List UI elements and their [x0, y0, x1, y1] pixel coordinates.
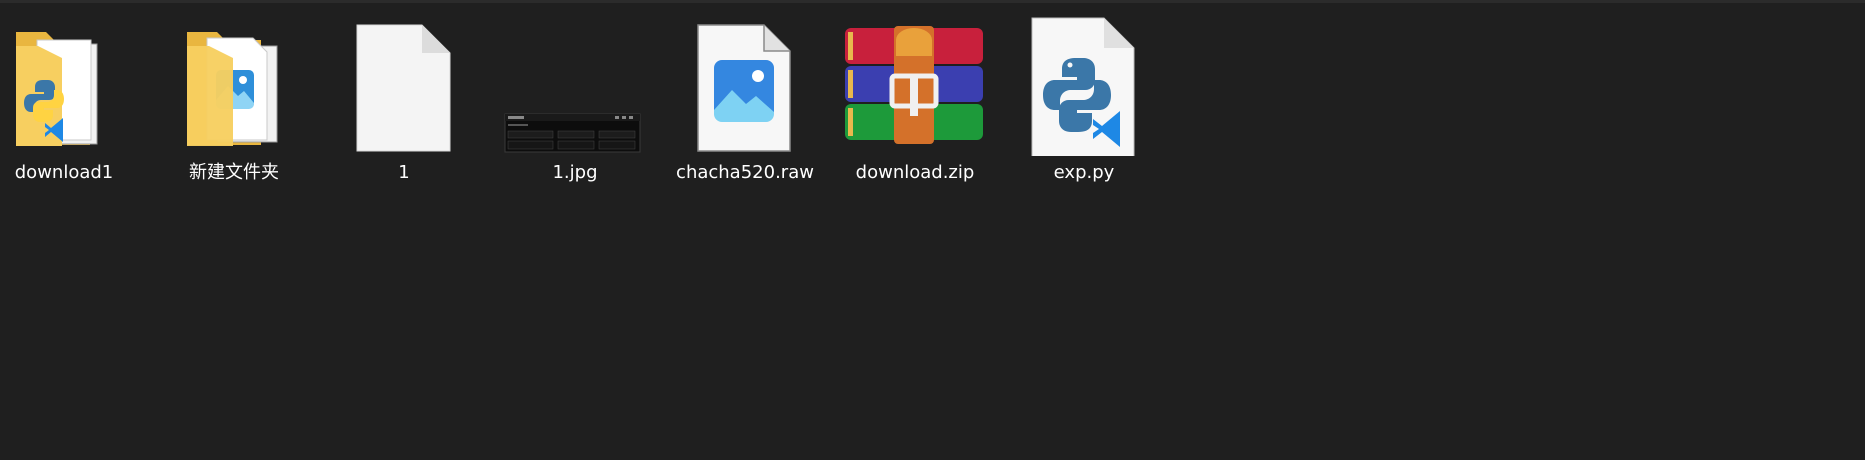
file-item-exp-py[interactable]: exp.py	[1009, 14, 1159, 184]
file-name-label: download.zip	[855, 162, 975, 183]
folder-image-icon	[159, 14, 309, 156]
file-view: download1 新建文件夹 1 1.jpg chacha520.raw do…	[0, 0, 1865, 460]
file-name-label: exp.py	[1053, 162, 1115, 183]
file-item-1[interactable]: 1	[329, 14, 479, 184]
file-item-1-jpg[interactable]: 1.jpg	[500, 14, 650, 184]
file-name-label: 1.jpg	[552, 162, 598, 183]
file-item-download1[interactable]: download1	[0, 14, 139, 184]
python-file-icon	[1009, 14, 1159, 156]
file-name-label: 1	[398, 162, 410, 183]
file-item-download-zip[interactable]: download.zip	[840, 14, 990, 184]
blank-file-icon	[329, 14, 479, 156]
file-name-label: chacha520.raw	[676, 162, 814, 183]
file-item-new-folder[interactable]: 新建文件夹	[159, 14, 309, 184]
file-name-label: 新建文件夹	[189, 162, 279, 183]
file-item-chacha520-raw[interactable]: chacha520.raw	[670, 14, 820, 184]
photo-file-icon	[670, 14, 820, 156]
folder-python-icon	[0, 14, 139, 156]
image-thumbnail	[500, 14, 650, 156]
winrar-archive-icon	[840, 14, 990, 156]
file-name-label: download1	[14, 162, 114, 183]
